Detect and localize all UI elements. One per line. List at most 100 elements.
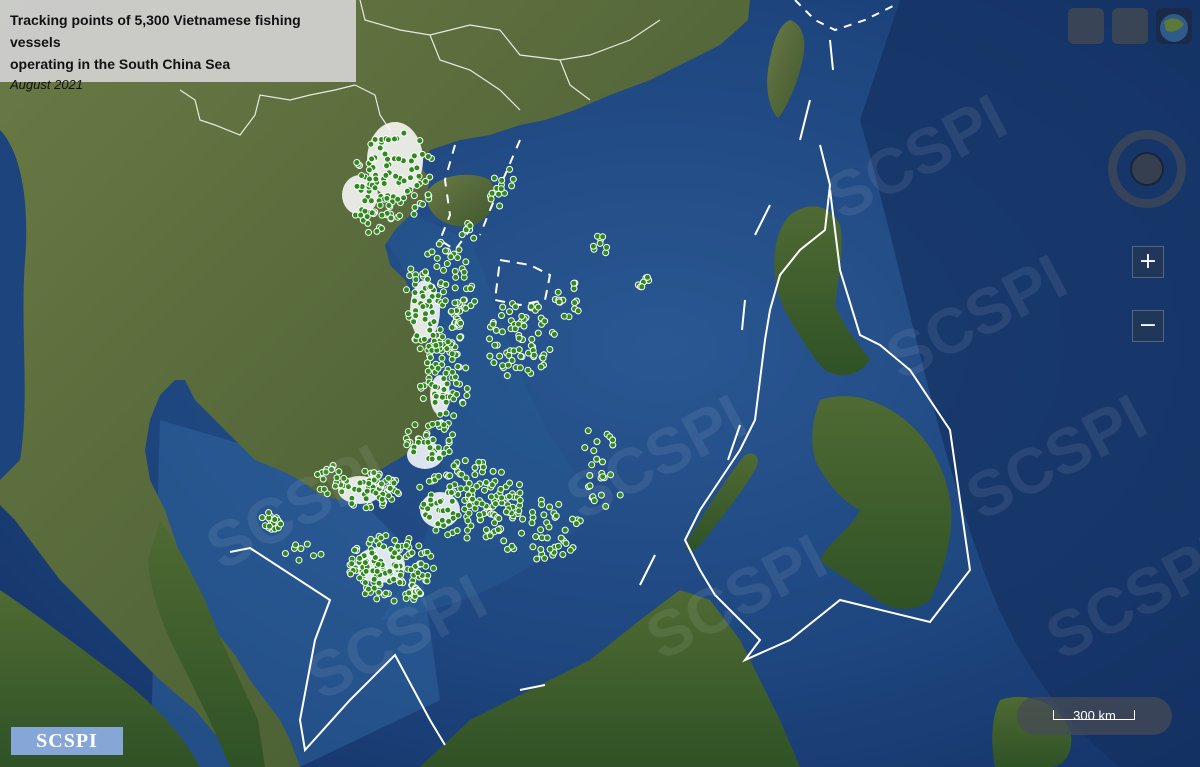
vessel-point [455, 246, 463, 254]
vessel-point [482, 479, 490, 486]
vessel-point [443, 345, 451, 353]
vessel-point [387, 214, 395, 222]
vessel-point [404, 310, 412, 318]
vessel-point [435, 454, 443, 462]
vessel-point [410, 192, 418, 200]
vessel-point [503, 372, 511, 380]
zoom-in-button[interactable]: + [1132, 246, 1164, 278]
vessel-point [596, 239, 604, 247]
zoom-out-button[interactable]: − [1132, 310, 1164, 342]
vessel-point [546, 545, 554, 553]
vessel-point [361, 559, 369, 567]
vessel-point [439, 333, 446, 341]
vessel-point [461, 457, 469, 465]
vessel-point [411, 297, 418, 305]
vessel-point [454, 511, 462, 519]
vessel-point [394, 542, 402, 550]
vessel-point [599, 233, 607, 241]
vessel-point [498, 176, 506, 184]
vessel-point [496, 202, 504, 210]
vessel-point [442, 247, 449, 255]
map-date-subtitle: August 2021 [10, 77, 84, 92]
vessel-point [452, 379, 460, 387]
vessel-point [356, 574, 364, 582]
vessel-point [415, 172, 423, 180]
map-title-line-1: Tracking points of 5,300 Vietnamese fish… [10, 12, 301, 50]
vessel-point [440, 386, 448, 393]
vessel-point [412, 276, 420, 284]
vessel-point [463, 534, 471, 542]
vessel-point [442, 369, 450, 377]
vessel-point [460, 296, 467, 304]
vessel-point [391, 549, 399, 557]
satellite-thumbnail-button[interactable] [1156, 8, 1192, 44]
vessel-point [505, 351, 513, 359]
vessel-point [413, 164, 421, 172]
vessel-point [396, 571, 404, 579]
vessel-point [428, 308, 436, 316]
vessel-point [375, 579, 383, 587]
vessel-point [347, 570, 355, 578]
vessel-point [466, 222, 474, 230]
vessel-point [515, 507, 523, 515]
scspi-logo: SCSPI [11, 727, 123, 755]
vessel-point [453, 390, 461, 398]
vessel-point [490, 359, 498, 367]
vessel-point [527, 303, 535, 311]
vessel-point [481, 486, 488, 494]
vessel-point [446, 472, 454, 480]
vessel-point [442, 398, 450, 406]
vessel-point [375, 588, 383, 596]
vessel-point [435, 240, 443, 248]
vessel-point [451, 267, 459, 275]
vessel-point [386, 567, 394, 575]
vessel-point [460, 268, 468, 276]
basemap-button[interactable] [1068, 8, 1104, 44]
vessel-point [524, 366, 532, 374]
vessel-point [419, 200, 427, 208]
vessel-point [392, 562, 400, 570]
vessel-point [410, 152, 418, 160]
vessel-point [368, 549, 376, 557]
vessel-point [469, 495, 476, 503]
vessel-point [390, 575, 398, 583]
vessel-point [442, 409, 450, 417]
vessel-point [508, 542, 516, 550]
vessel-point [454, 254, 462, 262]
vessel-point [584, 427, 592, 435]
vessel-point [471, 471, 479, 479]
vessel-point [395, 155, 403, 163]
vessel-point [502, 508, 510, 516]
vessel-point [508, 182, 516, 190]
vessel-point [498, 494, 506, 502]
vessel-point [429, 331, 437, 339]
vessel-point [421, 268, 429, 276]
vessel-point [462, 364, 470, 372]
vessel-point [528, 519, 536, 527]
vessel-point [367, 140, 375, 148]
layers-button[interactable] [1112, 8, 1148, 44]
vessel-point [450, 462, 458, 470]
vessel-point [380, 180, 388, 187]
map-viewer[interactable]: SCSPI SCSPI SCSPI SCSPI SCSPI SCSPI SCSP… [0, 0, 1200, 767]
vessel-point [448, 489, 455, 496]
compass-icon[interactable] [1108, 130, 1186, 208]
vessel-point [407, 566, 415, 574]
vessel-point [561, 526, 569, 534]
vessel-point [380, 543, 388, 551]
vessel-point [391, 135, 398, 143]
vessel-point [603, 243, 611, 251]
vessel-point [427, 283, 435, 291]
vessel-point [562, 539, 570, 547]
vessel-point [448, 497, 456, 505]
vessel-point [467, 285, 475, 293]
vessel-point [426, 513, 433, 521]
vessel-point [404, 428, 412, 435]
vessel-point [530, 351, 538, 359]
vessel-point [421, 315, 429, 323]
satellite-basemap[interactable] [0, 0, 1200, 767]
vessel-point [487, 493, 495, 501]
vessel-point [310, 552, 317, 560]
compass-center[interactable] [1130, 152, 1164, 186]
vessel-point [465, 509, 473, 517]
